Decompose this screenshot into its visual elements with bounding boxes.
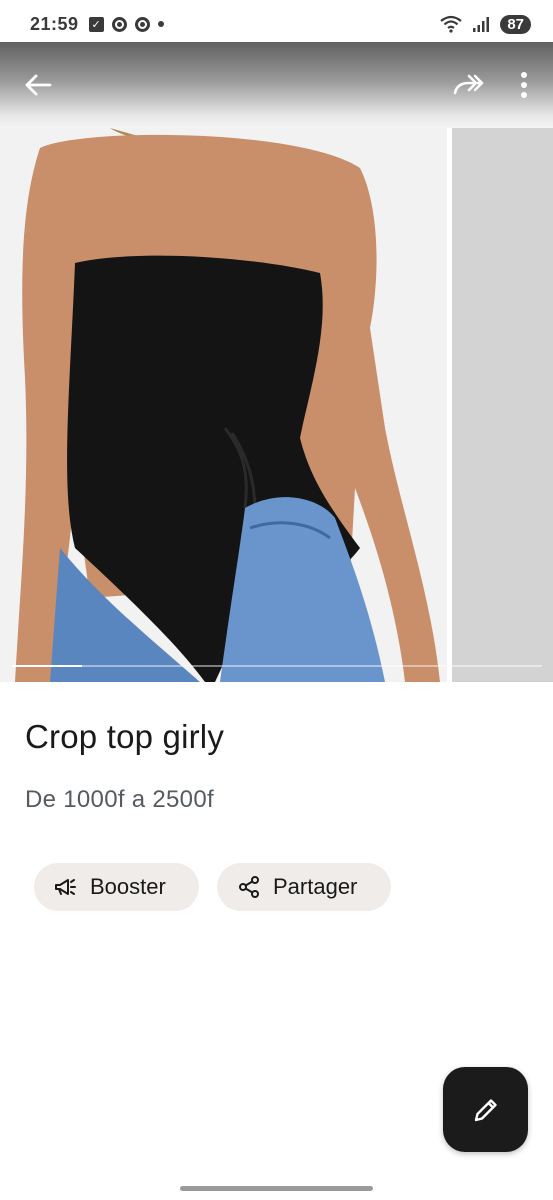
booster-label: Booster bbox=[90, 874, 166, 899]
listing-actions: Booster Partager bbox=[34, 863, 391, 911]
share-icon bbox=[239, 876, 259, 898]
share-button[interactable]: Partager bbox=[217, 863, 391, 911]
share-label: Partager bbox=[273, 874, 358, 899]
edit-fab[interactable] bbox=[443, 1067, 528, 1152]
edit-pencil-icon bbox=[474, 1098, 497, 1121]
megaphone-icon bbox=[55, 879, 76, 895]
listing-price: De 1000f a 2500f bbox=[25, 786, 214, 813]
product-photo-illustration bbox=[0, 128, 447, 682]
status-bar: 21:59 ✓ 87 bbox=[0, 0, 553, 48]
dot-icon bbox=[157, 21, 164, 27]
app-bar bbox=[0, 42, 553, 128]
product-photo[interactable] bbox=[0, 128, 447, 682]
notification-icons: ✓ bbox=[88, 16, 164, 32]
next-photo-preview[interactable] bbox=[452, 128, 553, 682]
gesture-navigation-bar[interactable] bbox=[180, 1186, 373, 1191]
image-carousel[interactable] bbox=[0, 128, 553, 682]
back-arrow-icon bbox=[25, 74, 52, 96]
app-bar-actions bbox=[451, 67, 533, 103]
signal-icon bbox=[473, 17, 490, 32]
back-button[interactable] bbox=[20, 67, 56, 103]
wifi-icon bbox=[440, 15, 462, 33]
carousel-progress-track bbox=[12, 665, 542, 667]
share-forward-icon bbox=[453, 74, 484, 95]
battery-indicator: 87 bbox=[500, 14, 531, 34]
chrome-icon bbox=[111, 16, 127, 32]
check-square-icon: ✓ bbox=[88, 16, 104, 32]
share-forward-button[interactable] bbox=[451, 67, 487, 103]
booster-button[interactable]: Booster bbox=[34, 863, 199, 911]
status-time: 21:59 bbox=[30, 13, 79, 34]
more-vertical-icon bbox=[521, 72, 527, 98]
carousel-progress-indicator bbox=[12, 665, 82, 667]
listing-title: Crop top girly bbox=[25, 718, 225, 755]
chrome-icon bbox=[134, 16, 150, 32]
more-options-button[interactable] bbox=[515, 67, 533, 103]
system-icons: 87 bbox=[440, 14, 531, 34]
